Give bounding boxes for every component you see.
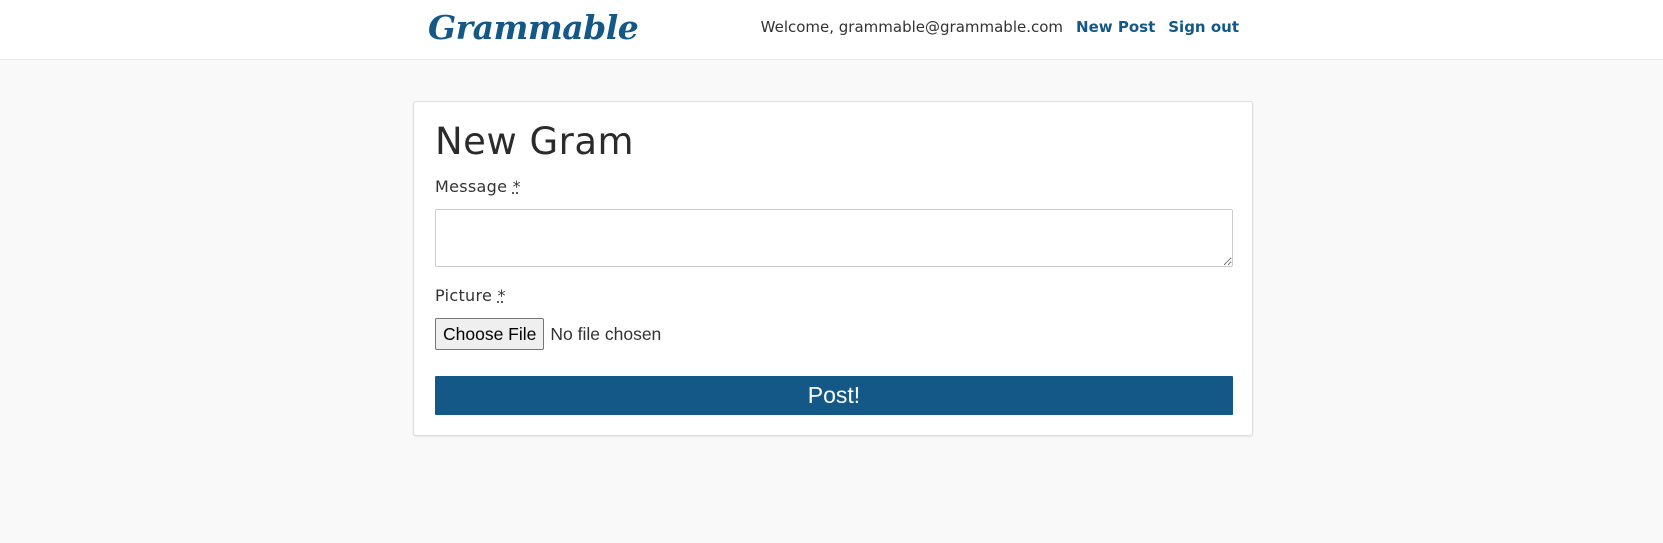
picture-label-text: Picture [435,286,493,305]
picture-file-input: Choose File No file chosen [435,318,661,350]
brand-logo-link[interactable]: Grammable [428,6,639,50]
post-submit-button[interactable]: Post! [435,376,1233,415]
page-title: New Gram [435,120,635,163]
required-marker: * [512,177,521,196]
new-post-link[interactable]: New Post [1076,16,1155,38]
choose-file-button[interactable]: Choose File [435,318,545,350]
top-navbar: Grammable Welcome, grammable@grammable.c… [0,0,1663,60]
message-label-text: Message [435,177,508,196]
new-gram-panel: New Gram Message * Picture * Choose File… [413,101,1253,436]
picture-label: Picture * [435,286,506,306]
file-status-text: No file chosen [550,323,662,344]
required-marker: * [497,286,506,305]
nav-right: Welcome, grammable@grammable.com New Pos… [761,16,1239,38]
sign-out-link[interactable]: Sign out [1168,16,1239,38]
welcome-text: Welcome, grammable@grammable.com [760,18,1064,36]
message-input[interactable] [435,209,1233,267]
message-label: Message * [435,177,521,197]
